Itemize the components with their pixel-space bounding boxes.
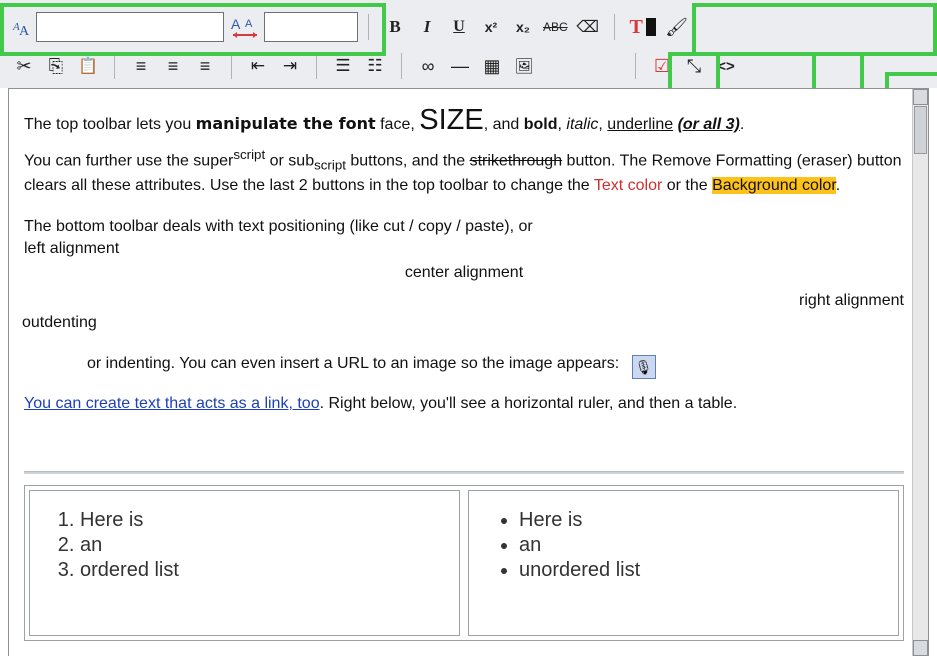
list-item: an [80, 534, 439, 557]
sample-link[interactable]: You can create text that acts as a link,… [24, 395, 320, 412]
text-segment: . [739, 116, 745, 133]
font-size-input[interactable] [264, 12, 358, 42]
editor-content-area[interactable]: The top toolbar lets you manipulate the … [8, 88, 929, 656]
center-aligned-line: center alignment [404, 264, 524, 282]
align-center-button[interactable]: ≡ [161, 51, 185, 81]
paragraph-font: The top toolbar lets you manipulate the … [24, 101, 904, 140]
left-aligned-line: left alignment [24, 239, 120, 257]
unordered-list-cell: Here is an unordered list [468, 490, 899, 636]
svg-text:A: A [231, 16, 241, 32]
ordered-list-button[interactable]: ☰ [331, 51, 355, 81]
text-color-label: T [629, 15, 643, 38]
editor-document: The top toolbar lets you manipulate the … [22, 101, 904, 415]
horizontal-rule-button[interactable]: — [448, 51, 472, 81]
svg-text:A: A [245, 18, 253, 30]
scroll-up-button[interactable] [913, 89, 928, 105]
text-segment: or the [662, 176, 713, 194]
unordered-list: Here is an unordered list [489, 509, 878, 582]
underline-word: underline [607, 116, 674, 133]
content-table: Here is an ordered list Here is an unord… [24, 485, 904, 641]
text-segment: . Right below, you'll see a horizontal r… [319, 395, 738, 413]
italic-button[interactable]: I [415, 12, 439, 42]
superscript-button[interactable]: x² [479, 12, 503, 42]
source-button[interactable]: <> [714, 51, 738, 81]
image-button[interactable]: 🖼 [512, 51, 536, 81]
bold-text: manipulate the font [195, 114, 376, 133]
subscript-button[interactable]: x₂ [511, 12, 535, 42]
outdent-button[interactable]: ⇤ [246, 51, 270, 81]
large-text: SIZE [419, 104, 484, 136]
text-segment: face, [375, 116, 420, 133]
horizontal-rule [24, 471, 904, 474]
red-text: Text color [593, 176, 663, 194]
text-segment: The top toolbar lets you [24, 116, 196, 133]
text-color-swatch [645, 18, 656, 36]
indent-button[interactable]: ⇥ [278, 51, 302, 81]
toolbar-divider [613, 14, 615, 40]
text-color-button[interactable]: T [629, 12, 657, 42]
font-size-icon: AA [230, 12, 260, 42]
list-item: an [519, 534, 878, 557]
outdented-line: outdenting [22, 313, 97, 331]
text-segment: . [835, 176, 841, 194]
strikethrough-text: strikethrough [469, 152, 563, 170]
toolbar-bottom: ✂ ⎘ 📋 ≡ ≡ ≡ ⇤ ⇥ ☰ ☷ ∞ — ▦ 🖼 ☑ ⤡ <> [0, 48, 937, 84]
text-segment: , [598, 116, 608, 133]
background-color-button[interactable]: 🖌 [665, 12, 689, 42]
text-segment: or sub [265, 152, 315, 170]
list-item: ordered list [80, 559, 439, 582]
toolbar-divider [231, 53, 232, 79]
paste-button[interactable]: 📋 [76, 51, 100, 81]
text-segment: buttons, and the [345, 152, 470, 170]
copy-button[interactable]: ⎘ [44, 51, 68, 81]
toolbar-divider [316, 53, 317, 79]
font-face-input[interactable] [36, 12, 224, 42]
vertical-scrollbar[interactable] [912, 89, 928, 656]
indented-line: or indenting. You can even insert a URL … [87, 353, 904, 380]
list-item: Here is [80, 509, 439, 532]
toolbar-divider [114, 53, 115, 79]
unordered-list-button[interactable]: ☷ [363, 51, 387, 81]
italic-word: italic [566, 116, 599, 133]
scroll-thumb[interactable] [914, 106, 927, 154]
ordered-list-cell: Here is an ordered list [29, 490, 460, 636]
svg-text:A: A [19, 24, 30, 37]
subscript-text: script [314, 157, 346, 173]
table-button[interactable]: ▦ [480, 51, 504, 81]
spellcheck-button[interactable]: ☑ [650, 51, 674, 81]
link-button[interactable]: ∞ [416, 51, 440, 81]
toolbar-divider [635, 53, 636, 79]
strikethrough-button[interactable]: ABC [543, 12, 568, 42]
align-right-button[interactable]: ≡ [193, 51, 217, 81]
align-left-button[interactable]: ≡ [129, 51, 153, 81]
text-segment: You can further use the super [24, 152, 234, 170]
paragraph-positioning: The bottom toolbar deals with text posit… [24, 218, 533, 236]
list-item: Here is [519, 509, 878, 532]
paragraph-link: You can create text that acts as a link,… [24, 393, 904, 415]
all-three-text: (or all 3) [677, 116, 740, 133]
microphone-icon: 🎙 [634, 359, 653, 376]
text-segment: or indenting. You can even insert a URL … [87, 355, 620, 373]
underline-button[interactable]: U [447, 12, 471, 42]
superscript-text: script [233, 147, 266, 163]
toolbar-top: AA AA B I U x² x₂ ABC ⌫ T 🖌 [0, 8, 937, 46]
right-aligned-line: right alignment [799, 292, 904, 310]
toolbar-divider [368, 14, 369, 40]
cut-button[interactable]: ✂ [12, 51, 36, 81]
toolbar-divider [401, 53, 402, 79]
scroll-down-button[interactable] [913, 640, 928, 656]
bold-button[interactable]: B [383, 12, 407, 42]
text-segment: , and [483, 116, 524, 133]
resize-button[interactable]: ⤡ [682, 51, 706, 81]
editor-toolbar: AA AA B I U x² x₂ ABC ⌫ T 🖌 ✂ ⎘ 📋 ≡ ≡ ≡ … [0, 0, 937, 102]
list-item: unordered list [519, 559, 878, 582]
remove-formatting-button[interactable]: ⌫ [576, 12, 600, 42]
font-face-icon: AA [12, 12, 32, 42]
bold-word: bold [523, 116, 558, 133]
ordered-list: Here is an ordered list [50, 509, 439, 582]
highlighted-text: Background color [712, 176, 836, 194]
inserted-image: 🎙 [631, 355, 656, 380]
paragraph-formatting: You can further use the superscript or s… [24, 146, 904, 196]
